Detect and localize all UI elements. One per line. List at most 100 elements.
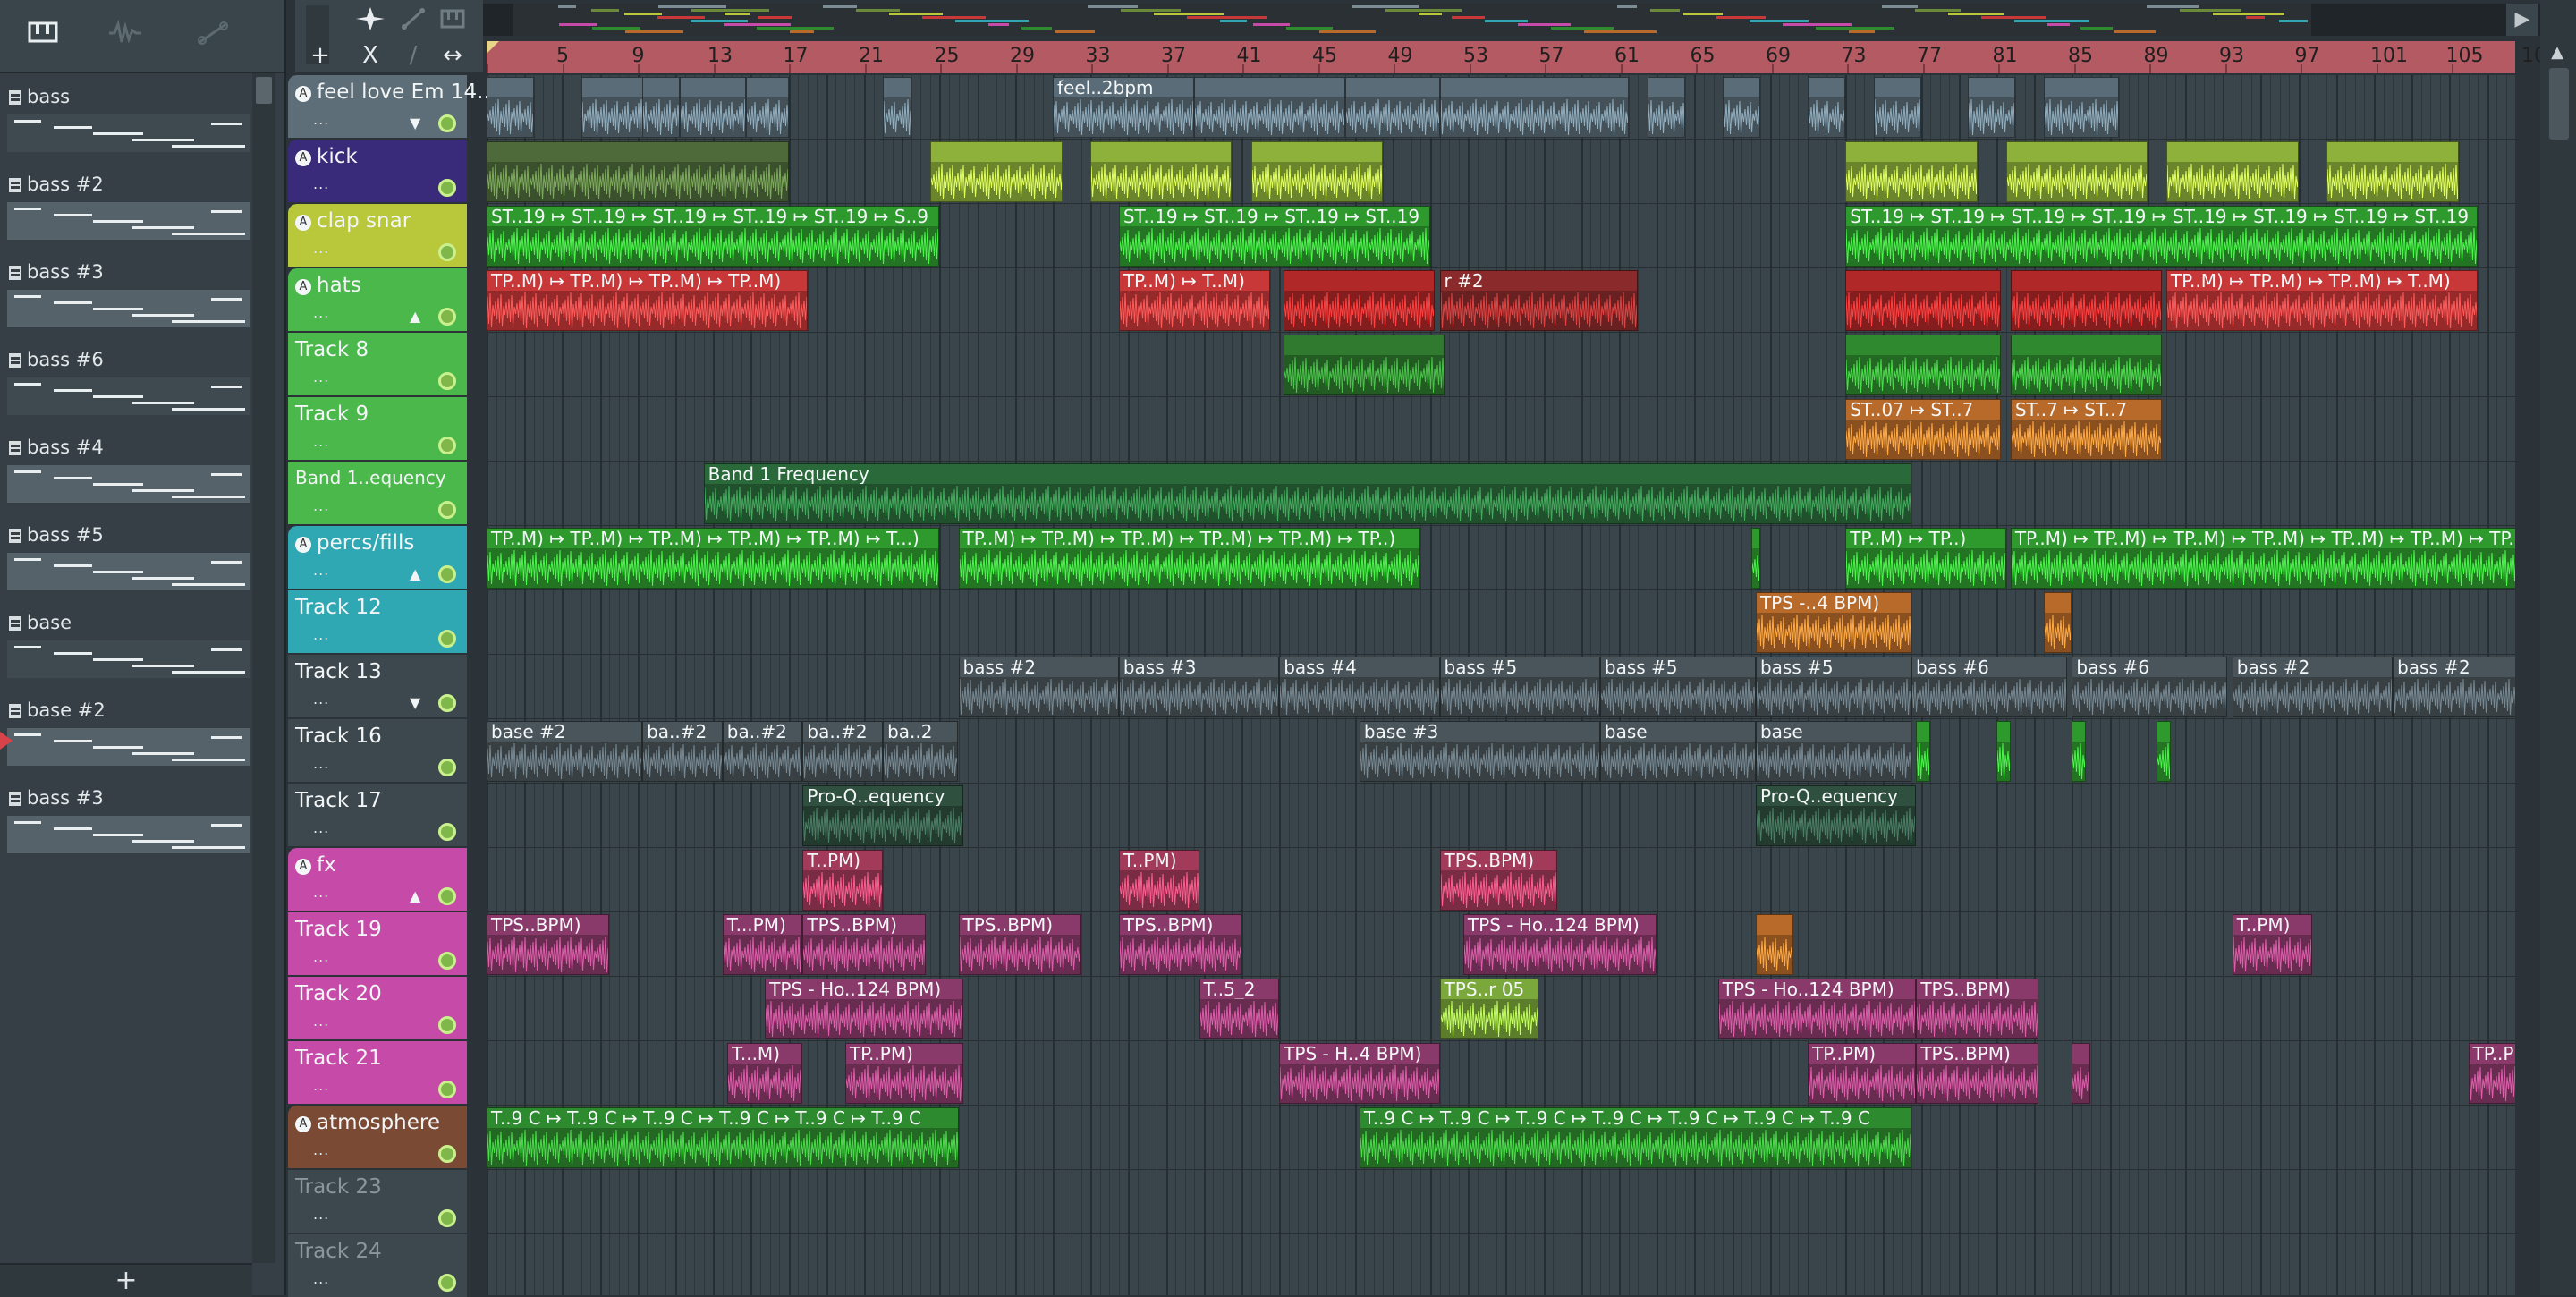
track-header[interactable]: Track 16... <box>288 719 467 782</box>
playlist-clip[interactable] <box>1996 721 2011 782</box>
track-header[interactable]: Track 24... <box>288 1234 467 1297</box>
track-mute-led-icon[interactable] <box>438 759 456 776</box>
playlist-clip[interactable] <box>2165 141 2299 202</box>
track-header[interactable]: Track 17... <box>288 784 467 846</box>
track-mute-led-icon[interactable] <box>438 823 456 841</box>
scroll-up-arrow-icon[interactable]: ▲ <box>2546 41 2569 64</box>
playlist-clip[interactable]: T..9 C ↦ T..9 C ↦ T..9 C ↦ T..9 C ↦ T..9… <box>487 1107 959 1168</box>
scroll-thumb[interactable] <box>2549 68 2569 140</box>
close-tool-button[interactable]: X <box>351 39 390 72</box>
playlist-clip[interactable]: TPS..BPM) <box>958 914 1081 975</box>
pattern-item[interactable]: bass #3 <box>5 780 250 859</box>
playlist-clip[interactable] <box>1439 77 1629 138</box>
playlist-clip[interactable] <box>1090 141 1233 202</box>
playlist-clip[interactable] <box>2010 335 2162 395</box>
track-mute-led-icon[interactable] <box>438 308 456 326</box>
track-options-dots[interactable]: ... <box>313 111 329 128</box>
piano-mode-icon[interactable] <box>433 5 472 38</box>
playlist-clip[interactable]: T...PM) <box>722 914 803 975</box>
key-lock-icon[interactable]: A <box>295 215 311 231</box>
playlist-clip[interactable]: feel..2bpm <box>1053 77 1195 138</box>
track-mute-led-icon[interactable] <box>438 114 456 132</box>
playlist-clip[interactable]: TPS -..4 BPM) <box>1755 592 1912 653</box>
track-mute-led-icon[interactable] <box>438 437 456 454</box>
timeline-ruler[interactable]: 5 9 13 17 21 25 29 33 37 41 45 49 53 57 61 65 69 73 77 81 85… <box>487 41 2546 73</box>
track-header[interactable]: Ahats... ▲ <box>288 268 467 331</box>
track-header[interactable]: Band 1..equency... <box>288 462 467 524</box>
playlist-clip[interactable] <box>2005 141 2148 202</box>
playlist-clip[interactable]: TP..M) ↦ TP..M) ↦ TP..M) ↦ T..M) <box>2165 270 2479 331</box>
playlist-clip[interactable] <box>1750 528 1761 589</box>
snap-tool-button[interactable]: ∕ <box>394 39 433 72</box>
track-mute-led-icon[interactable] <box>438 1016 456 1034</box>
track-options-dots[interactable]: ... <box>313 1077 329 1094</box>
playlist-clip[interactable]: TP..PM) <box>1808 1043 1917 1104</box>
playlist-clip[interactable]: ST..19 ↦ ST..19 ↦ ST..19 ↦ ST..19 <box>1118 206 1430 267</box>
track-options-dots[interactable]: ... <box>313 497 329 514</box>
track-header[interactable]: Aatmosphere... <box>288 1106 467 1168</box>
playlist-clip[interactable] <box>1250 141 1384 202</box>
playlist-grid[interactable]: feel..2bpm ST..19 ↦ ST..19 ↦ ST..19 ↦ ST.… <box>487 75 2515 1295</box>
playlist-clip[interactable]: TPS..BPM) <box>1118 914 1241 975</box>
track-mute-led-icon[interactable] <box>438 501 456 519</box>
track-header[interactable]: Afeel love Em 14..... ▼ <box>288 75 490 138</box>
track-header[interactable]: Track 8... <box>288 333 467 395</box>
playlist-clip[interactable]: bass #5 <box>1599 657 1756 717</box>
playlist-clip[interactable]: Band 1 Frequency <box>703 463 1912 524</box>
track-options-dots[interactable]: ... <box>313 819 329 836</box>
track-options-dots[interactable]: ... <box>313 240 329 257</box>
playlist-clip[interactable]: TPS..BPM) <box>1439 850 1558 911</box>
track-mute-led-icon[interactable] <box>438 1209 456 1227</box>
stretch-tool-button[interactable]: ↔ <box>433 39 472 72</box>
key-lock-icon[interactable]: A <box>295 86 311 102</box>
playlist-clip[interactable]: TP..M) ↦ TP..M) ↦ TP..M) ↦ TP..M) ↦ TP..… <box>958 528 1421 589</box>
track-options-dots[interactable]: ... <box>313 175 329 192</box>
playlist-clip[interactable]: ba..#2 <box>802 721 884 782</box>
playlist-clip[interactable]: Pro-Q..equency <box>1755 785 1917 846</box>
pattern-item[interactable]: base <box>5 605 250 683</box>
playlist-clip[interactable]: ba..#2 <box>642 721 723 782</box>
playlist-clip[interactable]: bass #6 <box>1911 657 2068 717</box>
playlist-clip[interactable]: T...M) <box>727 1043 803 1104</box>
pattern-item[interactable]: bass #3 <box>5 254 250 333</box>
playlist-clip[interactable] <box>1968 77 2016 138</box>
playlist-clip[interactable] <box>2010 270 2162 331</box>
collapse-arrow-up-icon[interactable]: ▲ <box>410 308 420 325</box>
playlist-clip[interactable] <box>1845 141 1978 202</box>
playlist-clip[interactable] <box>487 141 789 202</box>
playlist-clip[interactable] <box>1755 914 1794 975</box>
playlist-clip[interactable]: T..PM) <box>2232 914 2313 975</box>
playlist-clip[interactable]: base #2 <box>487 721 643 782</box>
track-header[interactable]: Aclap snar... <box>288 204 467 267</box>
playlist-clip[interactable]: TP..PM) <box>2468 1043 2515 1104</box>
playlist-clip[interactable] <box>1647 77 1685 138</box>
playlist-clip[interactable]: ST..19 ↦ ST..19 ↦ ST..19 ↦ ST..19 ↦ ST..… <box>1845 206 2479 267</box>
track-mute-led-icon[interactable] <box>438 630 456 648</box>
track-options-dots[interactable]: ... <box>313 1270 329 1287</box>
playlist-clip[interactable] <box>2072 721 2087 782</box>
playlist-clip[interactable]: base #3 <box>1359 721 1600 782</box>
track-mute-led-icon[interactable] <box>438 1145 456 1163</box>
track-header[interactable]: Track 19... <box>288 912 467 975</box>
playhead-marker-icon[interactable] <box>487 41 499 54</box>
key-lock-icon[interactable]: A <box>295 150 311 166</box>
arrangement-overview[interactable] <box>483 4 2540 36</box>
track-header[interactable]: Track 20... <box>288 977 467 1039</box>
playlist-clip[interactable] <box>2072 1043 2091 1104</box>
track-mute-led-icon[interactable] <box>438 372 456 390</box>
playlist-clip[interactable]: TPS - Ho..124 BPM) <box>1717 979 1917 1039</box>
key-lock-icon[interactable]: A <box>295 1116 311 1132</box>
playlist-clip[interactable]: bass #5 <box>1755 657 1912 717</box>
playlist-clip[interactable]: bass #4 <box>1279 657 1440 717</box>
track-header[interactable]: Track 23... <box>288 1170 467 1233</box>
collapse-arrow-down-icon[interactable]: ▼ <box>410 114 420 131</box>
track-options-dots[interactable]: ... <box>313 562 329 579</box>
playlist-clip[interactable]: TPS..BPM) <box>487 914 610 975</box>
playlist-clip[interactable] <box>1194 77 1346 138</box>
playlist-clip[interactable] <box>642 77 681 138</box>
track-options-dots[interactable]: ... <box>313 369 329 386</box>
playlist-clip[interactable]: base <box>1599 721 1756 782</box>
playlist-clip[interactable]: bass #2 <box>958 657 1119 717</box>
track-header[interactable]: Track 12... <box>288 590 467 653</box>
pattern-item[interactable]: bass #6 <box>5 342 250 420</box>
